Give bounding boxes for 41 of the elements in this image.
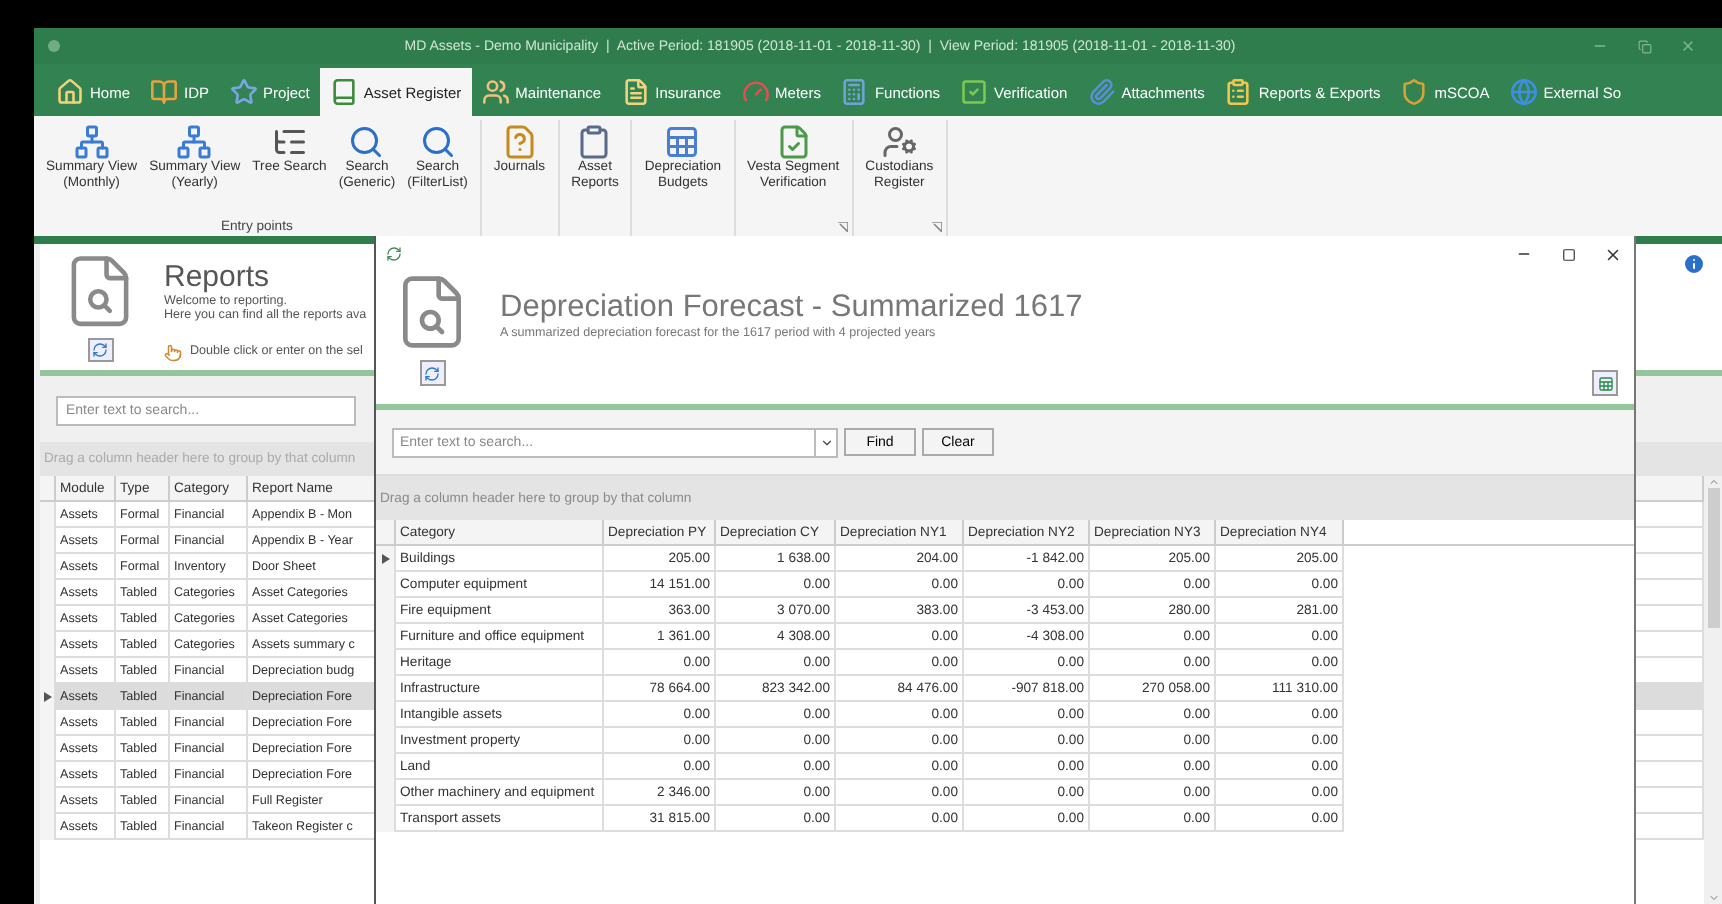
info-icon[interactable]	[1682, 252, 1706, 276]
row-indicator-icon	[381, 554, 389, 564]
gauge-icon	[741, 78, 770, 106]
hierarchy-icon	[73, 124, 110, 160]
row-selector[interactable]	[376, 546, 396, 572]
tree-list-icon	[271, 124, 308, 160]
header-corner-cell	[40, 476, 56, 502]
book-icon	[329, 78, 358, 106]
dialog-launcher-icon[interactable]	[837, 222, 848, 232]
search-icon	[348, 124, 385, 160]
globe-icon	[1509, 78, 1538, 106]
people-icon	[481, 78, 510, 106]
star-icon	[229, 78, 258, 106]
calculator-icon	[840, 78, 869, 106]
refresh-button[interactable]	[419, 360, 445, 386]
refresh-icon	[424, 365, 440, 381]
checklist-icon	[775, 124, 812, 160]
shield-icon	[1400, 78, 1429, 106]
scrollbar[interactable]	[1704, 476, 1722, 904]
app-logo-icon	[386, 246, 402, 262]
paperclip-icon	[1087, 78, 1116, 106]
scroll-down-icon[interactable]	[1707, 892, 1719, 904]
export-button[interactable]	[1592, 370, 1618, 396]
dropdown-icon[interactable]	[819, 435, 833, 449]
refresh-button[interactable]	[87, 338, 113, 362]
search-icon	[419, 124, 456, 160]
row-indicator-icon	[43, 692, 51, 702]
app-logo-icon	[46, 38, 62, 54]
dialog-title: Depreciation Forecast - Summarized 1617	[500, 290, 1085, 326]
book-icon	[150, 78, 179, 106]
scroll-up-icon[interactable]	[1707, 476, 1719, 488]
dialog-launcher-icon[interactable]	[931, 222, 942, 232]
document-icon	[621, 78, 650, 106]
checkbox-icon	[960, 78, 988, 106]
hierarchy-icon	[176, 124, 213, 160]
hand-pointer-icon	[164, 344, 182, 362]
house-icon	[56, 78, 84, 106]
spreadsheet-icon	[664, 124, 701, 160]
user-gear-icon	[881, 124, 918, 160]
page-title: Reports	[164, 260, 272, 294]
spreadsheet-icon	[1597, 375, 1613, 391]
